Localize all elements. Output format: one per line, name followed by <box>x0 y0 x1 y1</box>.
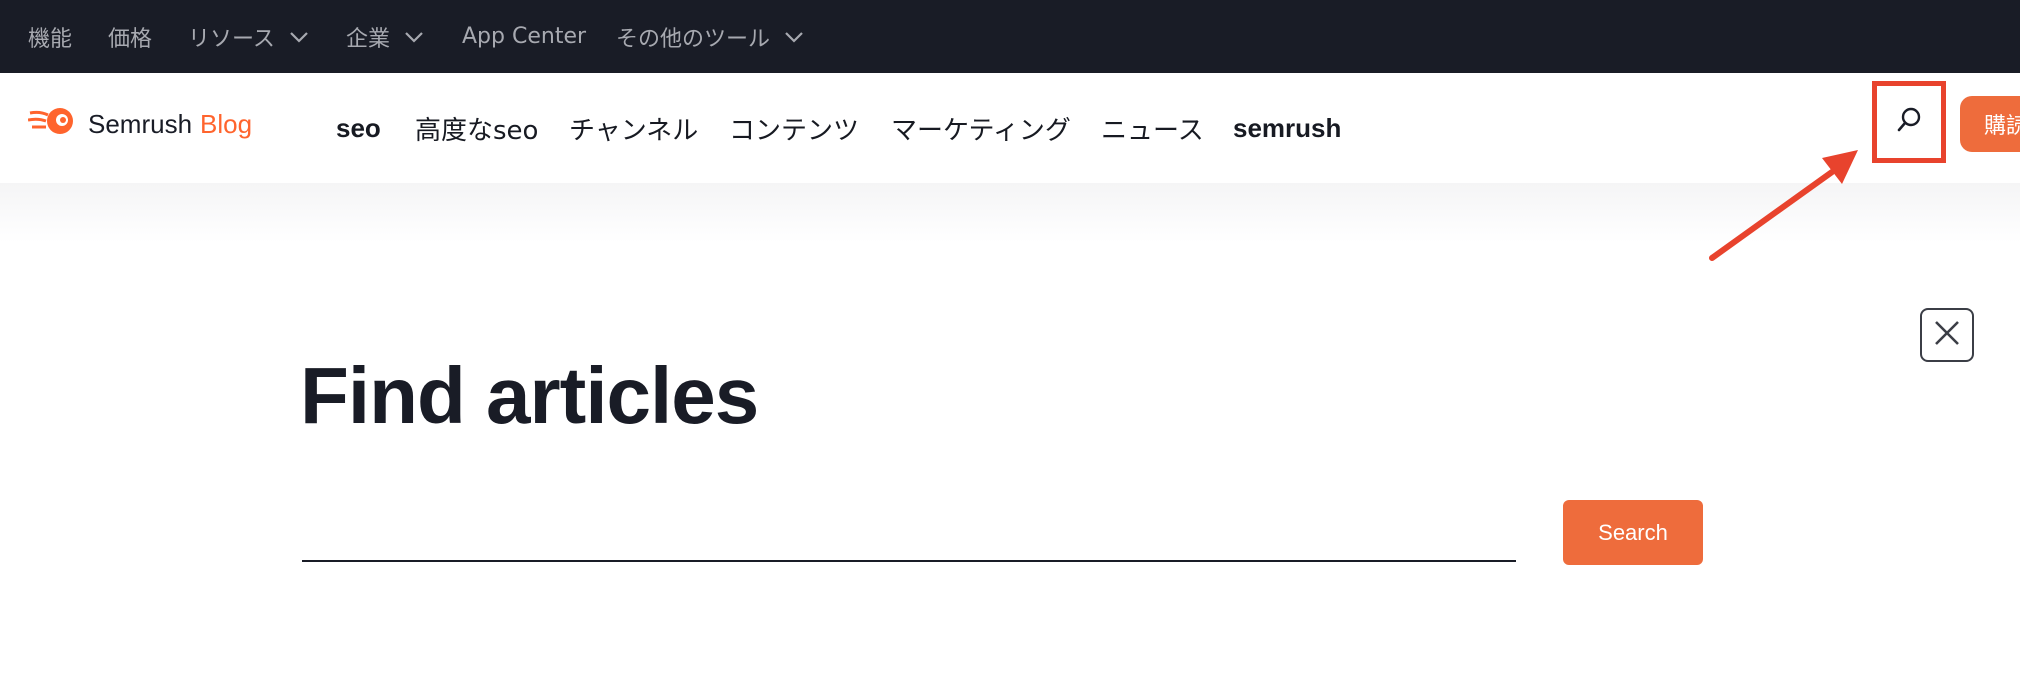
search-submit-button[interactable]: Search <box>1563 500 1703 565</box>
search-title: Find articles <box>300 351 759 440</box>
annotation-arrow-icon <box>1709 150 1858 261</box>
search-input[interactable] <box>302 500 1516 562</box>
close-icon <box>1932 318 1962 352</box>
close-search-button[interactable] <box>1920 308 1974 362</box>
